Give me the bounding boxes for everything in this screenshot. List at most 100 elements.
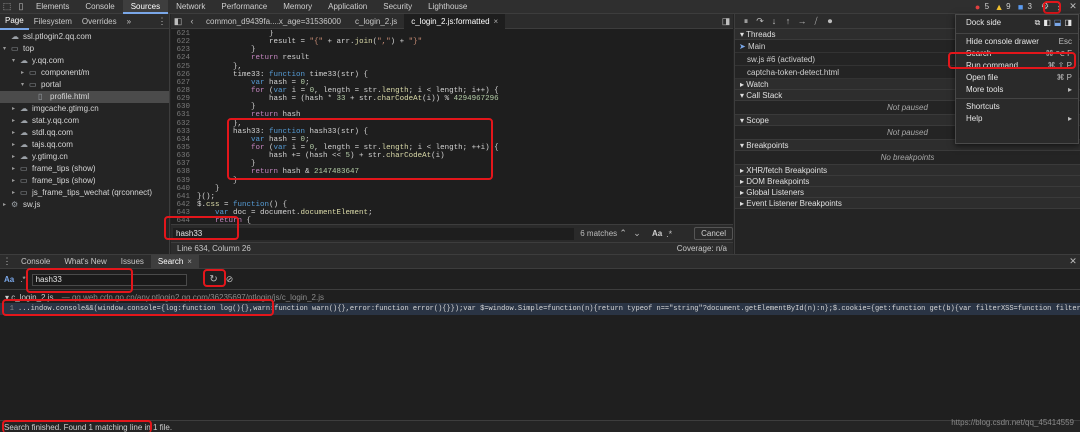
- code-line[interactable]: 633 hash33: function hash33(str) {: [171, 128, 733, 136]
- close-drawer-icon[interactable]: ✕: [1066, 255, 1080, 269]
- search-result-line[interactable]: 1 ...indow.console&&(window.console={log:…: [0, 303, 1080, 315]
- search-input[interactable]: [31, 273, 187, 286]
- dock-bottom-icon[interactable]: ⬓: [1054, 15, 1062, 31]
- tree-item[interactable]: ▾ ▭ top: [0, 43, 169, 55]
- line-number[interactable]: 631: [171, 111, 193, 119]
- code-line[interactable]: 634 var hash = 0;: [171, 136, 733, 144]
- panel-tab-memory[interactable]: Memory: [275, 0, 320, 14]
- regex-toggle[interactable]: .*: [20, 275, 25, 284]
- panel-tab-network[interactable]: Network: [168, 0, 213, 14]
- deactivate-breakpoints-icon[interactable]: ⧸: [809, 14, 823, 28]
- code-line[interactable]: 623 }: [171, 46, 733, 54]
- tree-item[interactable]: ▸ ▭ js_frame_tips_wechat (qrconnect): [0, 187, 169, 199]
- find-input[interactable]: [173, 227, 575, 240]
- settings-gear-icon[interactable]: ⚙: [1038, 0, 1052, 14]
- line-number[interactable]: 623: [171, 46, 193, 54]
- pause-icon[interactable]: ⏸: [739, 14, 753, 28]
- line-number[interactable]: 639: [171, 177, 193, 185]
- customize-menu-icon[interactable]: ⋮: [1052, 0, 1066, 14]
- more-tabs-chevron-icon[interactable]: »: [122, 14, 136, 29]
- drawer-tab-console[interactable]: Console: [14, 255, 57, 269]
- event-listener-breakpoints-header[interactable]: ▸ Event Listener Breakpoints: [735, 198, 1080, 209]
- find-next-icon[interactable]: ⌄: [630, 227, 644, 241]
- line-number[interactable]: 640: [171, 185, 193, 193]
- toggle-navigator-icon[interactable]: ◧: [171, 14, 185, 28]
- info-count[interactable]: 3: [1028, 2, 1032, 11]
- panel-tab-lighthouse[interactable]: Lighthouse: [420, 0, 475, 14]
- info-icon[interactable]: ■: [1014, 0, 1028, 14]
- code-line[interactable]: 627 var hash = 0;: [171, 79, 733, 87]
- tree-item[interactable]: ▸ ☁ stdl.qq.com: [0, 127, 169, 139]
- menu-item-help[interactable]: Help ▸: [956, 113, 1078, 125]
- match-case-toggle[interactable]: Aa: [4, 275, 14, 284]
- panel-tab-security[interactable]: Security: [375, 0, 420, 14]
- code-line[interactable]: 636 hash += (hash << 5) + str.charCodeAt…: [171, 152, 733, 160]
- tree-item[interactable]: ▸ ▭ frame_tips (show): [0, 175, 169, 187]
- code-line[interactable]: 622 result = "{" + arr.join(",") + "}": [171, 38, 733, 46]
- editor-tab-common[interactable]: common_d9439fa....x_age=31536000: [199, 14, 348, 29]
- tree-item[interactable]: ▸ ☁ imgcache.gtimg.cn: [0, 103, 169, 115]
- tree-item[interactable]: ▸ ☁ y.gtimg.cn: [0, 151, 169, 163]
- line-number[interactable]: 628: [171, 87, 193, 95]
- regex-icon[interactable]: .*: [662, 227, 676, 241]
- expand-arrow-icon[interactable]: ▾: [12, 55, 20, 67]
- tree-item[interactable]: ▾ ☁ y.qq.com: [0, 55, 169, 67]
- pause-on-exceptions-icon[interactable]: ⏺: [823, 14, 837, 28]
- find-prev-icon[interactable]: ⌃: [616, 227, 630, 241]
- expand-arrow-icon[interactable]: ▸: [12, 175, 20, 187]
- expand-arrow-icon[interactable]: ▸: [12, 115, 20, 127]
- expand-arrow-icon[interactable]: ▾: [21, 79, 29, 91]
- line-number[interactable]: 642: [171, 201, 193, 209]
- tree-item[interactable]: ☁ ssl.ptlogin2.qq.com: [0, 31, 169, 43]
- line-number[interactable]: 632: [171, 120, 193, 128]
- error-count[interactable]: 5: [985, 2, 989, 11]
- code-line[interactable]: 638 return hash & 2147483647: [171, 168, 733, 176]
- code-line[interactable]: 630 }: [171, 103, 733, 111]
- tree-item[interactable]: ▾ ▭ portal: [0, 79, 169, 91]
- line-number[interactable]: 634: [171, 136, 193, 144]
- expand-arrow-icon[interactable]: ▸: [12, 139, 20, 151]
- tree-item[interactable]: ▸ ⚙ sw.js: [0, 199, 169, 211]
- expand-arrow-icon[interactable]: ▾: [3, 43, 11, 55]
- line-number[interactable]: 636: [171, 152, 193, 160]
- code-line[interactable]: 631 return hash: [171, 111, 733, 119]
- expand-arrow-icon[interactable]: ▸: [12, 127, 20, 139]
- tree-item[interactable]: ▸ ▭ frame_tips (show): [0, 163, 169, 175]
- tab-filesystem[interactable]: Filesystem: [29, 14, 77, 29]
- warning-count[interactable]: 9: [1006, 2, 1010, 11]
- line-number[interactable]: 638: [171, 168, 193, 176]
- code-line[interactable]: 626 time33: function time33(str) {: [171, 71, 733, 79]
- menu-item-run-command[interactable]: Run command ⌘ ⇧ P: [956, 60, 1078, 72]
- line-number[interactable]: 643: [171, 209, 193, 217]
- undock-icon[interactable]: ⧉: [1035, 15, 1041, 31]
- step-over-icon[interactable]: ↷: [753, 14, 767, 28]
- panel-tab-performance[interactable]: Performance: [213, 0, 275, 14]
- line-number[interactable]: 627: [171, 79, 193, 87]
- panel-tab-console[interactable]: Console: [77, 0, 122, 14]
- line-number[interactable]: 622: [171, 38, 193, 46]
- tab-overrides[interactable]: Overrides: [77, 14, 122, 29]
- code-line[interactable]: 629 hash = (hash * 33 + str.charCodeAt(i…: [171, 95, 733, 103]
- code-line[interactable]: 639 }: [171, 177, 733, 185]
- close-tab-icon[interactable]: ×: [187, 255, 192, 269]
- code-line[interactable]: 621 }: [171, 30, 733, 38]
- line-number[interactable]: 625: [171, 63, 193, 71]
- line-number[interactable]: 635: [171, 144, 193, 152]
- error-icon[interactable]: ●: [971, 0, 985, 14]
- expand-arrow-icon[interactable]: ▸: [3, 199, 11, 211]
- editor-tab-c-login-formatted[interactable]: c_login_2.js:formatted ×: [404, 13, 506, 29]
- clear-icon[interactable]: ⊘: [223, 273, 237, 287]
- code-line[interactable]: 637 }: [171, 160, 733, 168]
- line-number[interactable]: 621: [171, 30, 193, 38]
- xhr-breakpoints-header[interactable]: ▸ XHR/fetch Breakpoints: [735, 165, 1080, 176]
- menu-item-open-file[interactable]: Open file ⌘ P: [956, 72, 1078, 84]
- expand-arrow-icon[interactable]: ▸: [12, 187, 20, 199]
- step-icon[interactable]: →: [795, 14, 809, 28]
- drawer-menu-icon[interactable]: ⋮: [0, 255, 14, 269]
- close-devtools-icon[interactable]: ✕: [1066, 0, 1080, 14]
- line-number[interactable]: 630: [171, 103, 193, 111]
- tree-item[interactable]: ▯ profile.html: [0, 91, 169, 103]
- device-toolbar-icon[interactable]: ▯: [14, 0, 28, 14]
- inspect-element-icon[interactable]: ⬚: [0, 0, 14, 14]
- global-listeners-header[interactable]: ▸ Global Listeners: [735, 187, 1080, 198]
